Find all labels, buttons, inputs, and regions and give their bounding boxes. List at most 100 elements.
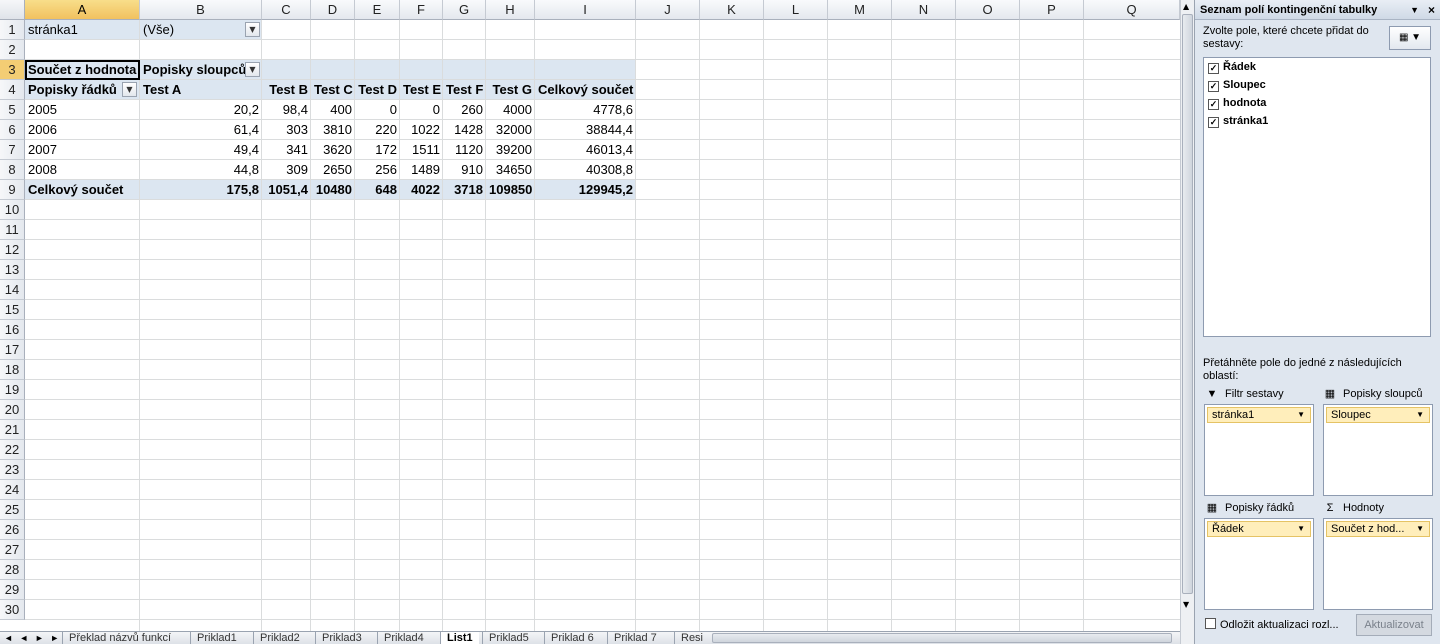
field-item[interactable]: ✓ Řádek [1204,58,1430,76]
column-header[interactable]: I [535,0,636,20]
grand-total-cell[interactable]: 10480 [311,180,355,200]
column-header[interactable]: F [400,0,443,20]
value-cell[interactable]: 256 [355,160,400,180]
value-cell[interactable]: 910 [443,160,486,180]
row-header[interactable]: 8 [0,160,25,180]
sheet-tab[interactable]: Překlad názvů funkcí [62,632,177,644]
row-label-cell[interactable]: 2006 [25,120,140,140]
chevron-down-icon[interactable]: ▼ [1416,408,1424,422]
sheet-tab[interactable]: Priklad 6 [544,632,600,644]
grand-total-cell[interactable]: 1051,4 [262,180,311,200]
grand-total-cell[interactable]: 4022 [400,180,443,200]
value-cell[interactable]: 4778,6 [535,100,636,120]
row-header[interactable]: 4 [0,80,25,100]
grand-total-cell[interactable]: 175,8 [140,180,262,200]
columns-area-box[interactable]: Sloupec ▼ [1323,404,1433,496]
row-header[interactable]: 19 [0,380,25,400]
row-header[interactable]: 27 [0,540,25,560]
column-header[interactable]: L [764,0,828,20]
row-header[interactable]: 22 [0,440,25,460]
value-cell[interactable]: 309 [262,160,311,180]
value-cell[interactable]: 341 [262,140,311,160]
column-header[interactable]: K [700,0,764,20]
scroll-up-icon[interactable]: ▲ [1183,2,1189,11]
row-label-cell[interactable]: 2008 [25,160,140,180]
chevron-down-icon[interactable]: ▼ [1297,408,1305,422]
column-label-cell[interactable]: Test A [140,80,262,100]
columns-chip[interactable]: Sloupec ▼ [1326,407,1430,423]
column-header[interactable]: H [486,0,535,20]
column-label-cell[interactable]: Test D [355,80,400,100]
row-header[interactable]: 30 [0,600,25,620]
row-header[interactable]: 16 [0,320,25,340]
row-header[interactable]: 10 [0,200,25,220]
scroll-thumb[interactable] [1182,14,1193,594]
value-cell[interactable]: 4000 [486,100,535,120]
defer-update-row[interactable]: Odložit aktualizaci rozl... [1205,618,1339,632]
grand-total-cell[interactable]: 129945,2 [535,180,636,200]
value-cell[interactable]: 3620 [311,140,355,160]
sheet-tab[interactable]: Priklad 7 [607,632,663,644]
defer-update-checkbox[interactable] [1205,618,1216,629]
row-header[interactable]: 23 [0,460,25,480]
value-cell[interactable]: 220 [355,120,400,140]
filter-value-cell[interactable]: (Vše) [140,20,262,40]
chevron-down-icon[interactable]: ▼ [1416,522,1424,536]
value-cell[interactable]: 1511 [400,140,443,160]
row-header[interactable]: 9 [0,180,25,200]
filter-dropdown-button[interactable]: ▼ [245,22,260,37]
field-item[interactable]: ✓ Sloupec [1204,76,1430,94]
row-labels-dropdown-button[interactable]: ▼ [122,82,137,97]
value-cell[interactable]: 34650 [486,160,535,180]
value-cell[interactable]: 1022 [400,120,443,140]
sheet-tab[interactable]: Resi [674,632,709,644]
value-cell[interactable]: 3810 [311,120,355,140]
value-cell[interactable]: 1489 [400,160,443,180]
update-button[interactable]: Aktualizovat [1356,614,1432,636]
field-checkbox[interactable]: ✓ [1208,117,1219,128]
row-header[interactable]: 1 [0,20,25,40]
col-labels-header-cell[interactable]: Popisky sloupců [140,60,262,80]
row-header[interactable]: 7 [0,140,25,160]
sheet-tab[interactable]: Priklad5 [482,632,535,644]
column-header[interactable]: G [443,0,486,20]
row-header[interactable]: 13 [0,260,25,280]
column-label-cell[interactable]: Test F [443,80,486,100]
sheet-tab[interactable]: Priklad3 [315,632,368,644]
value-cell[interactable]: 38844,4 [535,120,636,140]
rows-area-box[interactable]: Řádek ▼ [1204,518,1314,610]
values-chip[interactable]: Součet z hod... ▼ [1326,521,1430,537]
row-header[interactable]: 12 [0,240,25,260]
row-header[interactable]: 18 [0,360,25,380]
row-header[interactable]: 6 [0,120,25,140]
value-cell[interactable]: 303 [262,120,311,140]
field-checkbox[interactable]: ✓ [1208,63,1219,74]
field-item[interactable]: ✓ hodnota [1204,94,1430,112]
row-header[interactable]: 5 [0,100,25,120]
filter-area-box[interactable]: stránka1 ▼ [1204,404,1314,496]
value-cell[interactable]: 40308,8 [535,160,636,180]
value-cell[interactable]: 0 [400,100,443,120]
column-header[interactable]: B [140,0,262,20]
column-label-cell[interactable]: Test C [311,80,355,100]
panel-menu-icon[interactable]: ▼ [1410,0,1419,20]
row-header[interactable]: 21 [0,420,25,440]
sheet-tab[interactable]: Priklad4 [377,632,430,644]
row-label-cell[interactable]: 2007 [25,140,140,160]
field-checkbox[interactable]: ✓ [1208,99,1219,110]
value-cell[interactable]: 44,8 [140,160,262,180]
close-icon[interactable]: × [1428,0,1435,20]
column-label-cell[interactable]: Test G [486,80,535,100]
value-cell[interactable]: 98,4 [262,100,311,120]
column-label-cell[interactable]: Celkový součet [535,80,636,100]
horizontal-scrollbar[interactable] [712,633,1172,643]
column-header[interactable]: Q [1084,0,1180,20]
row-header[interactable]: 25 [0,500,25,520]
row-header[interactable]: 29 [0,580,25,600]
row-header[interactable]: 28 [0,560,25,580]
values-area-box[interactable]: Součet z hod... ▼ [1323,518,1433,610]
sheet-tab[interactable]: Priklad1 [190,632,243,644]
col-labels-dropdown-button[interactable]: ▼ [245,62,260,77]
row-header[interactable]: 24 [0,480,25,500]
row-header[interactable]: 11 [0,220,25,240]
